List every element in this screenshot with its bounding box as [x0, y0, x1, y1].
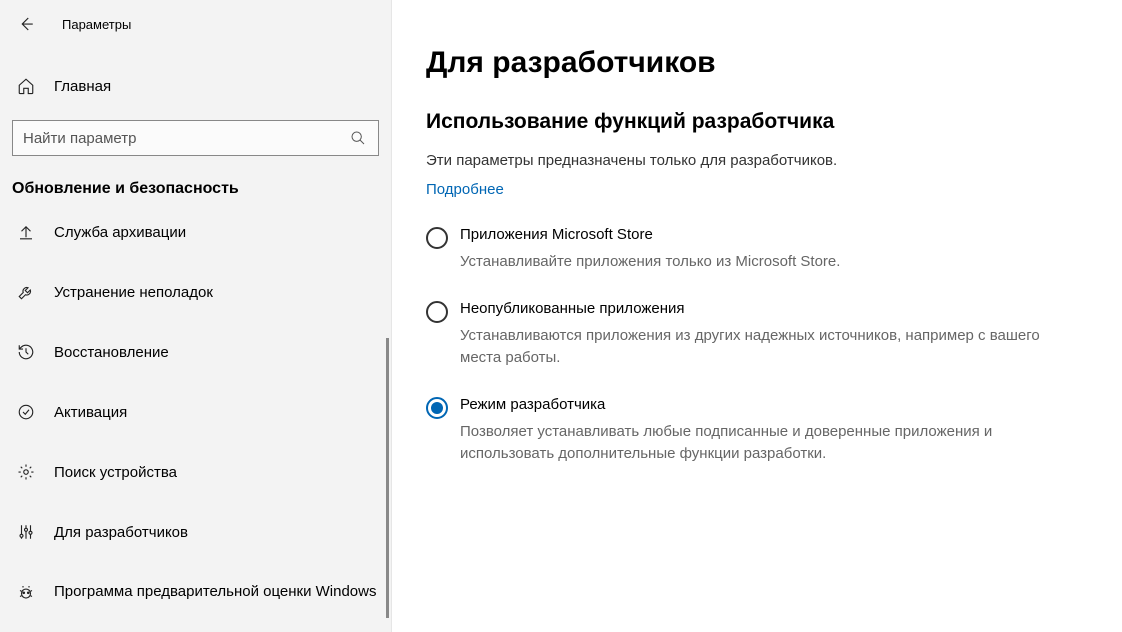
- radio-desc: Устанавливайте приложения только из Micr…: [460, 251, 1082, 274]
- nav-item-find-device[interactable]: Поиск устройства: [0, 448, 391, 496]
- nav-item-developers[interactable]: Для разработчиков: [0, 508, 391, 556]
- locate-icon: [16, 462, 36, 482]
- nav-label: Активация: [54, 404, 127, 421]
- radio-body: Неопубликованные приложения Устанавливаю…: [460, 300, 1082, 370]
- bug-icon: [16, 582, 36, 602]
- learn-more-link[interactable]: Подробнее: [426, 181, 504, 198]
- radio-icon: [426, 301, 448, 323]
- home-button[interactable]: Главная: [0, 62, 391, 110]
- radio-developer-mode[interactable]: Режим разработчика Позволяет устанавлива…: [426, 396, 1082, 466]
- home-icon: [16, 76, 36, 96]
- section-title: Обновление и безопасность: [0, 156, 391, 208]
- page-title: Для разработчиков: [426, 46, 1082, 80]
- radio-store-apps[interactable]: Приложения Microsoft Store Устанавливайт…: [426, 226, 1082, 274]
- nav-label: Восстановление: [54, 344, 169, 361]
- nav-label: Программа предварительной оценки Windows: [54, 583, 377, 601]
- radio-body: Режим разработчика Позволяет устанавлива…: [460, 396, 1082, 466]
- wrench-icon: [16, 282, 36, 302]
- window-title: Параметры: [62, 17, 131, 32]
- radio-title: Режим разработчика: [460, 396, 1082, 413]
- radio-title: Приложения Microsoft Store: [460, 226, 1082, 243]
- radio-sideload-apps[interactable]: Неопубликованные приложения Устанавливаю…: [426, 300, 1082, 370]
- nav-item-backup[interactable]: Служба архивации: [0, 208, 391, 256]
- radio-icon: [426, 227, 448, 249]
- search-input[interactable]: [23, 130, 348, 147]
- radio-title: Неопубликованные приложения: [460, 300, 1082, 317]
- nav-label: Для разработчиков: [54, 524, 188, 541]
- nav-item-troubleshoot[interactable]: Устранение неполадок: [0, 268, 391, 316]
- window-header: Параметры: [0, 0, 391, 48]
- main-content: Для разработчиков Использование функций …: [392, 0, 1122, 632]
- developer-mode-radio-group: Приложения Microsoft Store Устанавливайт…: [426, 226, 1082, 466]
- check-circle-icon: [16, 402, 36, 422]
- sliders-icon: [16, 522, 36, 542]
- nav-item-recovery[interactable]: Восстановление: [0, 328, 391, 376]
- upload-icon: [16, 222, 36, 242]
- search-box[interactable]: [12, 120, 379, 156]
- nav-item-activation[interactable]: Активация: [0, 388, 391, 436]
- nav-label: Устранение неполадок: [54, 284, 213, 301]
- section-desc: Эти параметры предназначены только для р…: [426, 152, 1082, 169]
- search-icon: [348, 128, 368, 148]
- scrollbar[interactable]: [386, 338, 389, 618]
- history-icon: [16, 342, 36, 362]
- sidebar: Параметры Главная Обновление и безопасно…: [0, 0, 392, 632]
- radio-body: Приложения Microsoft Store Устанавливайт…: [460, 226, 1082, 274]
- radio-icon: [426, 397, 448, 419]
- nav-list: Служба архивации Устранение неполадок Во…: [0, 208, 391, 616]
- radio-desc: Устанавливаются приложения из других над…: [460, 325, 1082, 370]
- nav-item-insider[interactable]: Программа предварительной оценки Windows: [0, 568, 391, 616]
- section-heading: Использование функций разработчика: [426, 110, 1082, 134]
- nav-label: Поиск устройства: [54, 464, 177, 481]
- radio-desc: Позволяет устанавливать любые подписанны…: [460, 421, 1082, 466]
- home-label: Главная: [54, 78, 111, 95]
- back-icon[interactable]: [16, 14, 36, 34]
- nav-label: Служба архивации: [54, 224, 186, 241]
